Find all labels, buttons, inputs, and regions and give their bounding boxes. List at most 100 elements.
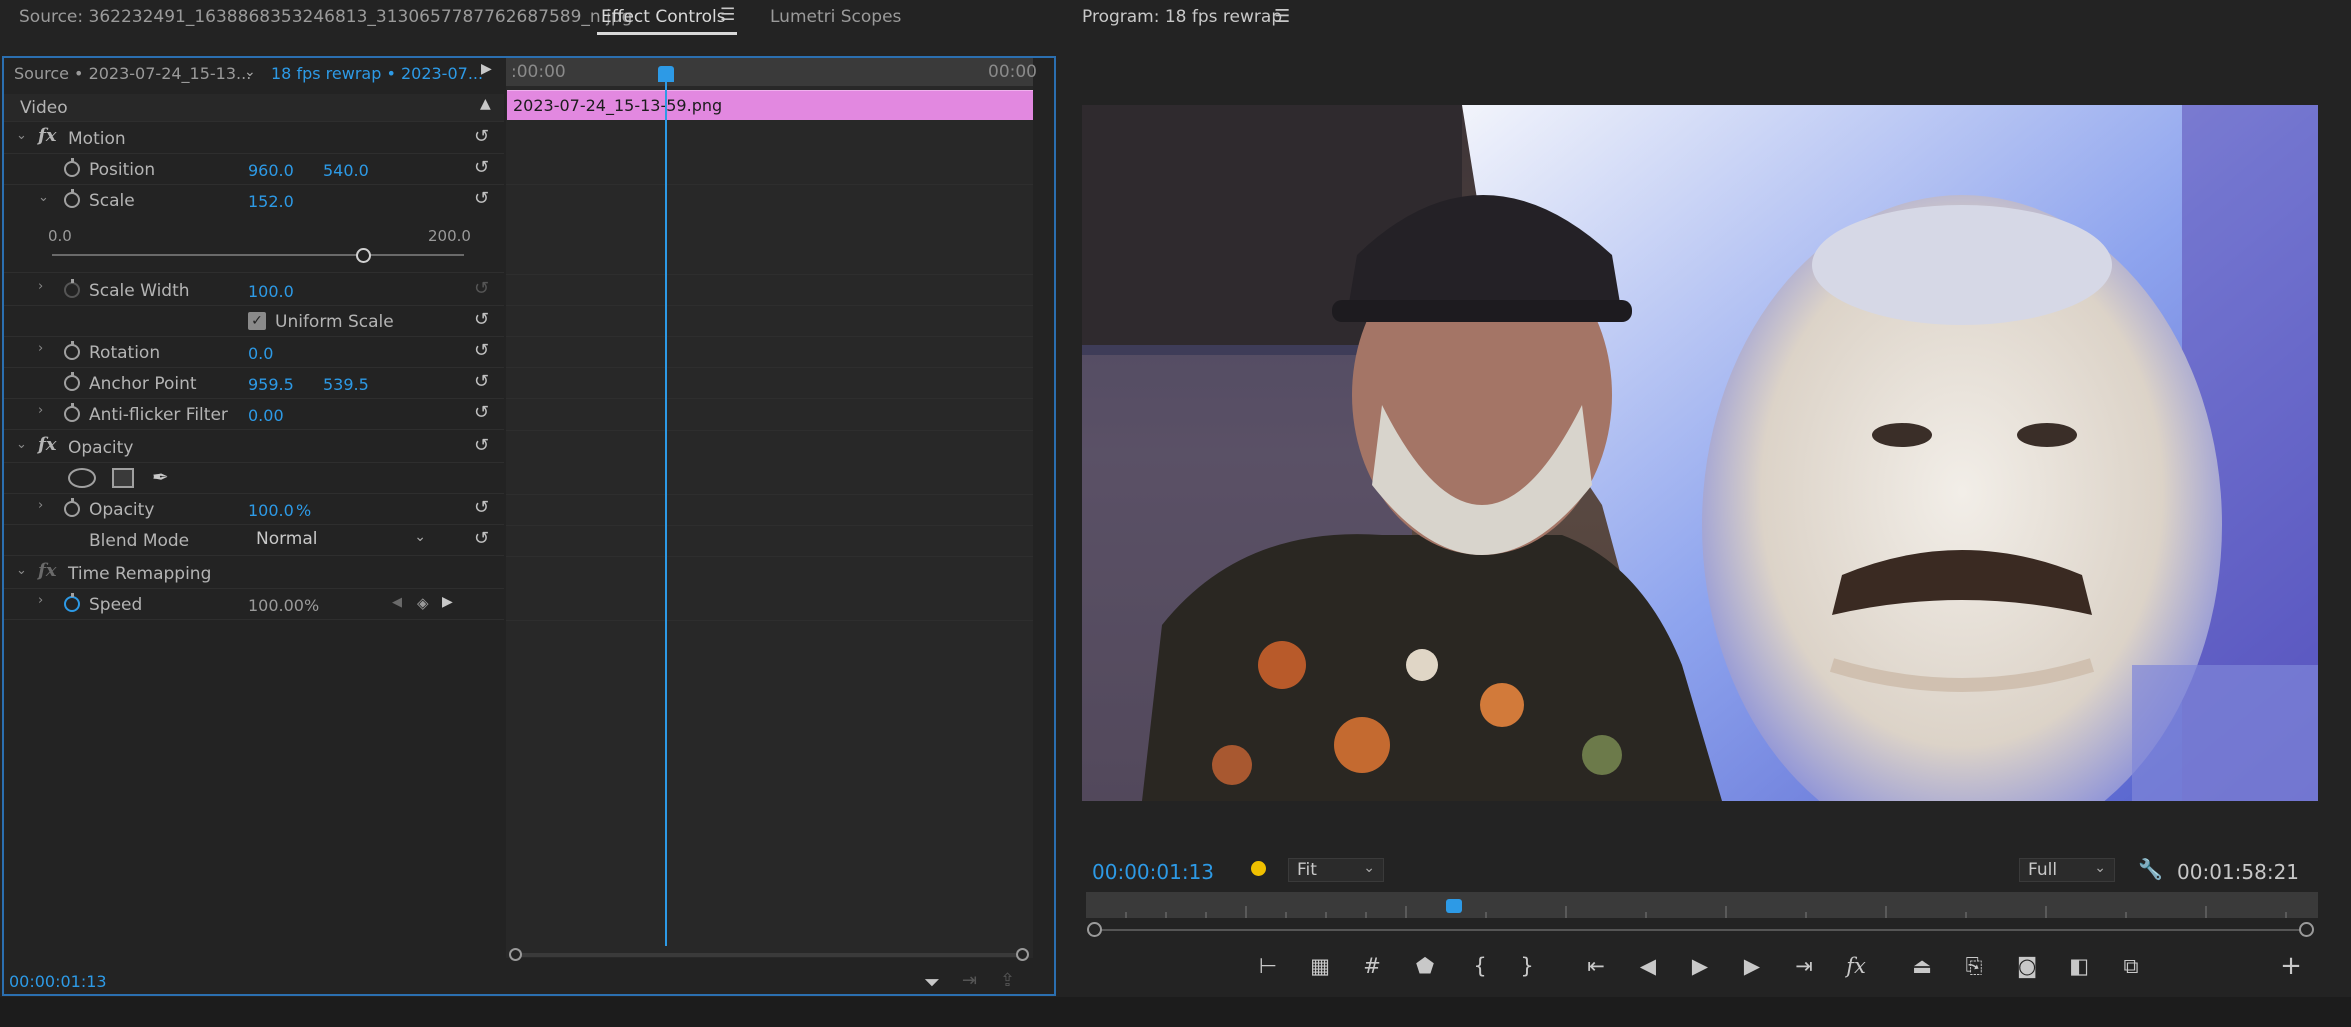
scale-slider-track[interactable]	[52, 254, 464, 256]
chevron-down-icon[interactable]: ⌄	[16, 128, 27, 143]
ec-zoom-scrollbar[interactable]	[516, 953, 1024, 957]
stopwatch-icon[interactable]	[64, 593, 80, 612]
reset-icon[interactable]: ↺	[474, 437, 494, 455]
opacity-value[interactable]: 100.0	[248, 501, 294, 520]
program-time-ruler[interactable]	[1086, 892, 2318, 918]
position-y-value[interactable]: 540.0	[323, 161, 369, 180]
anchor-x-value[interactable]: 959.5	[248, 375, 294, 394]
program-playhead[interactable]	[1446, 899, 1462, 913]
fx-icon[interactable]: fx	[38, 125, 56, 146]
speed-value[interactable]: 100.00%	[248, 596, 319, 615]
reset-icon[interactable]: ↺	[474, 128, 494, 146]
tab-effect-controls[interactable]: Effect Controls	[601, 7, 726, 27]
stopwatch-icon[interactable]	[64, 498, 80, 517]
rotation-value[interactable]: 0.0	[248, 344, 273, 363]
step-back-icon[interactable]: ◀	[1632, 952, 1664, 980]
ec-timecode[interactable]: 00:00:01:13	[9, 972, 107, 991]
pen-mask-icon[interactable]: ✒	[152, 465, 169, 489]
lift-icon[interactable]: ⏏	[1906, 952, 1938, 980]
tab-source[interactable]: Source: 362232491_1638868353246813_31306…	[19, 7, 632, 27]
hamburger-icon[interactable]: ☰	[720, 5, 735, 25]
opacity-effect-row[interactable]: ⌄ fx Opacity ↺	[4, 432, 504, 463]
toggle-proxies-icon[interactable]: ⧉	[2115, 952, 2147, 980]
chevron-right-icon[interactable]: ›	[38, 593, 43, 608]
hamburger-icon[interactable]: ☰	[1274, 6, 1290, 27]
uniform-scale-checkbox[interactable]: ✓	[248, 312, 266, 330]
stopwatch-icon[interactable]	[64, 158, 80, 177]
source-clip-label[interactable]: Source • 2023-07-24_15-13...	[14, 64, 251, 83]
collapse-up-icon[interactable]: ▲	[480, 96, 491, 112]
play-icon[interactable]: ▶	[1684, 952, 1716, 980]
fit-select[interactable]: Fit ⌄	[1288, 858, 1384, 882]
filter-icon[interactable]: ⏷	[924, 970, 940, 994]
reset-icon[interactable]: ↺	[474, 190, 494, 208]
speed-row: › Speed 100.00% ◀ ◈ ▶	[4, 589, 504, 620]
go-to-out-icon[interactable]: ⇥	[1788, 952, 1820, 980]
stopwatch-icon[interactable]	[64, 403, 80, 422]
sequence-clip-label[interactable]: 18 fps rewrap • 2023-07...	[271, 64, 483, 83]
ellipse-mask-icon[interactable]	[68, 468, 96, 488]
zoom-bar-left-handle[interactable]	[1087, 922, 1102, 937]
step-forward-icon[interactable]: ▶	[1736, 952, 1768, 980]
marker-icon[interactable]: ▦	[1304, 952, 1336, 980]
mark-out-icon[interactable]: }	[1511, 952, 1543, 980]
chevron-down-icon[interactable]: ⌄	[16, 437, 27, 452]
scale-value[interactable]: 152.0	[248, 192, 294, 211]
program-video-frame[interactable]	[1082, 105, 2318, 801]
stopwatch-icon[interactable]	[64, 341, 80, 360]
bookmark-icon[interactable]: ⬟	[1409, 952, 1441, 980]
reset-icon[interactable]: ↺	[474, 159, 494, 177]
chevron-right-icon[interactable]: ›	[38, 403, 43, 418]
program-current-timecode[interactable]: 00:00:01:13	[1092, 860, 1214, 884]
reset-icon[interactable]: ↺	[474, 530, 494, 548]
scrollbar-right-handle[interactable]	[1016, 948, 1029, 961]
next-keyframe-icon[interactable]: ▶	[442, 594, 453, 610]
blend-mode-select[interactable]: Normal ⌄	[248, 528, 434, 552]
add-keyframe-icon[interactable]: ◈	[417, 594, 429, 612]
add-marker-icon[interactable]: ⊢	[1252, 952, 1284, 980]
chevron-down-icon[interactable]: ⌄	[244, 64, 256, 80]
ec-playhead-line[interactable]	[665, 76, 667, 946]
chevron-down-icon[interactable]: ⌄	[38, 190, 49, 205]
reset-icon[interactable]: ↺	[474, 404, 494, 422]
scale-slider-handle[interactable]	[356, 248, 371, 263]
grid-icon[interactable]: #	[1356, 952, 1388, 980]
tab-lumetri-scopes[interactable]: Lumetri Scopes	[770, 7, 901, 27]
video-frame-image	[1082, 105, 2318, 801]
go-to-in-icon[interactable]: ⇤	[1580, 952, 1612, 980]
clip-bar[interactable]: 2023-07-24_15-13-59.png	[507, 90, 1033, 120]
ec-timeline-area[interactable]	[506, 58, 1033, 958]
playback-resolution-select[interactable]: Full ⌄	[2019, 858, 2115, 882]
add-button-icon[interactable]: +	[2275, 952, 2307, 980]
fx-icon[interactable]: fx	[1840, 952, 1872, 980]
camera-icon[interactable]: ◙	[2011, 952, 2043, 980]
previous-keyframe-icon[interactable]: ◀	[392, 595, 402, 610]
reset-icon[interactable]: ↺	[474, 373, 494, 391]
motion-effect-row[interactable]: ⌄ fx Motion ↺	[4, 123, 504, 154]
wrench-icon[interactable]: 🔧	[2138, 857, 2163, 881]
chevron-right-icon[interactable]: ›	[38, 498, 43, 513]
ec-time-ruler[interactable]	[506, 58, 1033, 86]
reset-icon[interactable]: ↺	[474, 499, 494, 517]
zoom-bar-right-handle[interactable]	[2299, 922, 2314, 937]
stopwatch-icon[interactable]	[64, 189, 80, 208]
time-remapping-row[interactable]: ⌄ fx Time Remapping	[4, 558, 504, 589]
mark-in-icon[interactable]: {	[1464, 952, 1496, 980]
chevron-right-icon[interactable]: ›	[38, 341, 43, 356]
position-x-value[interactable]: 960.0	[248, 161, 294, 180]
fx-icon[interactable]: fx	[38, 434, 56, 455]
anchor-y-value[interactable]: 539.5	[323, 375, 369, 394]
program-monitor-title[interactable]: Program: 18 fps rewrap	[1082, 7, 1282, 27]
extract-icon[interactable]: ⎘	[1958, 952, 1990, 980]
scrollbar-left-handle[interactable]	[509, 948, 522, 961]
reset-icon[interactable]: ↺	[474, 311, 494, 329]
program-zoom-bar[interactable]	[1096, 929, 2306, 931]
comparison-view-icon[interactable]: ◧	[2063, 952, 2095, 980]
chevron-down-icon[interactable]: ⌄	[16, 563, 27, 578]
rectangle-mask-icon[interactable]	[112, 468, 134, 488]
chevron-right-icon[interactable]: ›	[38, 279, 43, 294]
reset-icon[interactable]: ↺	[474, 342, 494, 360]
stopwatch-icon[interactable]	[64, 372, 80, 391]
anti-flicker-value[interactable]: 0.00	[248, 406, 284, 425]
play-triangle-icon[interactable]: ▶	[481, 61, 492, 77]
